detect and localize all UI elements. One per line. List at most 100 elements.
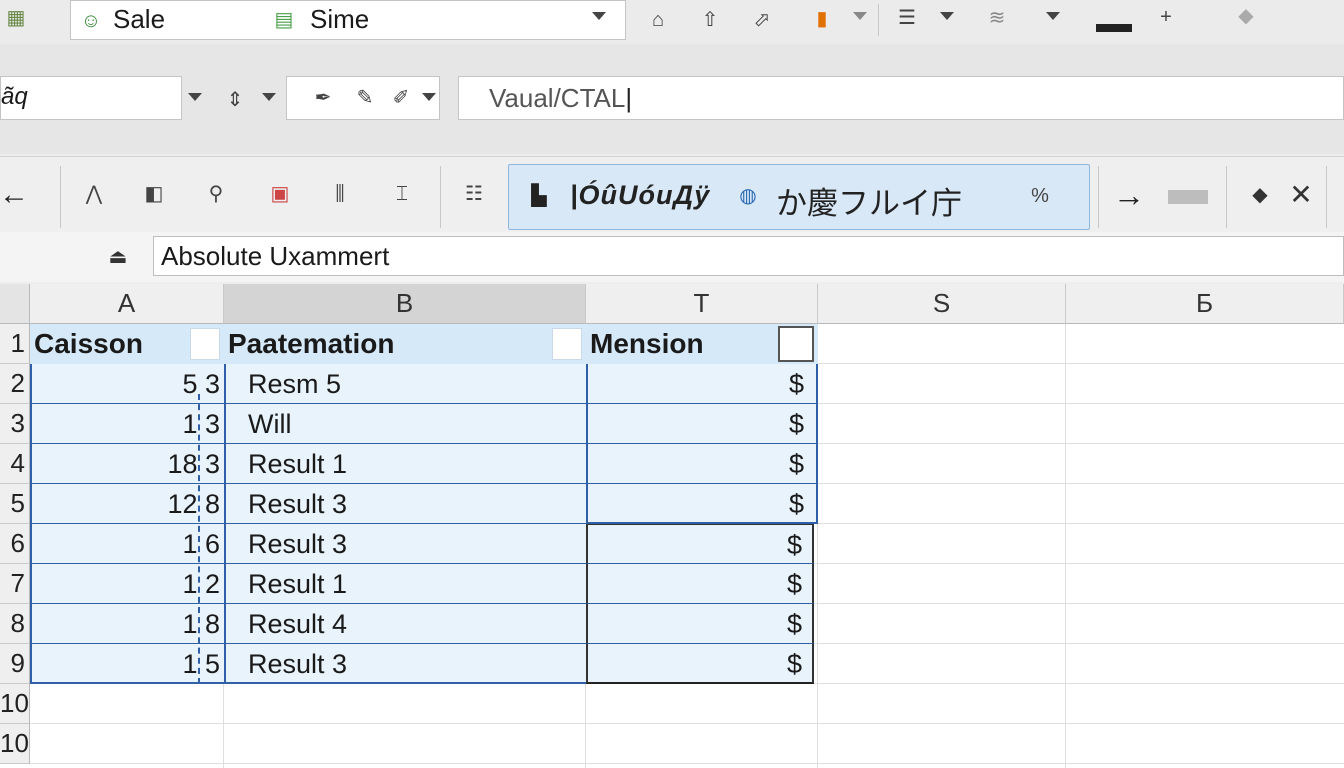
list-icon[interactable]: ☷ [456, 176, 492, 212]
select-all-corner[interactable] [0, 284, 30, 324]
plus-icon[interactable]: + [1152, 2, 1180, 32]
chevron-down-icon[interactable] [188, 93, 202, 101]
table-cell[interactable]: Result 1 [224, 564, 586, 604]
redo-shape-icon[interactable]: ⬀ [746, 4, 778, 36]
wifi-icon[interactable]: ≋ [980, 2, 1014, 34]
table-cell[interactable]: 1 3 [30, 404, 224, 444]
ribbon-group-text: |ÓûUóиДÿ [570, 180, 711, 210]
table-cell[interactable]: $ [586, 444, 818, 484]
undo-shape-icon[interactable]: ⇧ [694, 4, 726, 36]
table-cell[interactable]: 1 5 [30, 644, 224, 684]
function-icon[interactable]: ⏏ [104, 240, 132, 274]
sheet-icon: ▤ [274, 9, 294, 31]
picture-icon[interactable]: ▣ [262, 176, 298, 212]
filter-button[interactable] [778, 326, 814, 362]
table-cell[interactable]: Result 3 [224, 524, 586, 564]
chevron-down-icon[interactable] [262, 93, 276, 101]
row-header[interactable]: 1 [0, 324, 30, 364]
chevron-down-icon[interactable] [940, 12, 954, 20]
column-header-b[interactable]: B [224, 284, 586, 324]
user-icon: ☺ [80, 10, 102, 32]
chevron-down-icon[interactable] [592, 12, 606, 20]
column-header-b-cyrillic[interactable]: Б [1066, 284, 1344, 324]
table-cell[interactable]: $ [586, 644, 814, 684]
line-style-icon[interactable] [1168, 190, 1208, 204]
row-header[interactable]: 5 [0, 484, 30, 524]
percent-icon[interactable]: % [1022, 178, 1058, 214]
row-header[interactable]: 9 [0, 644, 30, 684]
chevron-down-icon[interactable] [1046, 12, 1060, 20]
row-header[interactable]: 10 [0, 724, 30, 764]
divider [1226, 166, 1227, 228]
table-cell[interactable]: Result 4 [224, 604, 586, 644]
gridline [30, 763, 1344, 764]
table-cell[interactable]: 1 8 [30, 604, 224, 644]
divider [1326, 166, 1327, 228]
lines-icon[interactable]: ☰ [890, 2, 924, 34]
close-icon[interactable]: ✕ [1286, 176, 1316, 214]
column-header-s[interactable]: S [818, 284, 1066, 324]
table-cell[interactable]: 1 6 [30, 524, 224, 564]
camera-icon[interactable]: ◍ [730, 178, 766, 214]
table-cell[interactable]: Result 1 [224, 444, 586, 484]
chevron-down-icon[interactable] [422, 93, 436, 101]
table-cell[interactable]: Resm 5 [224, 364, 586, 404]
line-chart-icon[interactable]: ⋀ [76, 176, 112, 212]
name-box-2-label: Sime [310, 4, 370, 34]
row-header[interactable]: 10 [0, 684, 30, 724]
pen-icon[interactable]: ✒ [308, 82, 338, 114]
table-cell[interactable]: 12 8 [30, 484, 224, 524]
shape-icon[interactable]: ◧ [138, 176, 170, 212]
eraser-icon[interactable]: ◆ [1226, 0, 1266, 32]
network-icon[interactable]: ⚲ [198, 176, 234, 212]
row-header[interactable]: 8 [0, 604, 30, 644]
triangle-icon[interactable]: ⌂ [642, 4, 674, 36]
table-cell[interactable]: Will [224, 404, 586, 444]
underline-color-icon[interactable] [1096, 24, 1132, 32]
chart-icon[interactable]: ▙ [520, 178, 558, 214]
table-cell[interactable]: Result 3 [224, 644, 586, 684]
pencil-icon[interactable]: ✎ [350, 82, 380, 114]
table-cell[interactable]: $ [586, 604, 814, 644]
value-field[interactable]: Vaual/CTAL| [458, 76, 1344, 120]
table-cell[interactable]: Result 3 [224, 484, 586, 524]
table-cell[interactable]: 18 3 [30, 444, 224, 484]
filter-button[interactable] [552, 328, 582, 360]
gridline [30, 723, 1344, 724]
table-cell[interactable]: $ [586, 404, 818, 444]
row-header[interactable]: 7 [0, 564, 30, 604]
chevron-down-icon[interactable] [853, 12, 867, 20]
eraser-icon[interactable]: ◆ [1240, 176, 1280, 214]
row-header[interactable]: 4 [0, 444, 30, 484]
arrow-right-icon[interactable]: → [1110, 176, 1148, 214]
column-header-a[interactable]: A [30, 284, 224, 324]
columns-icon[interactable]: ⫼ [322, 176, 358, 212]
cell-ref-box[interactable]: ãq [0, 76, 182, 120]
column-header-t[interactable]: T [586, 284, 818, 324]
value-field-text: Vaual/CTAL [489, 83, 626, 113]
table-cell[interactable]: $ [586, 364, 818, 404]
ribbon-group-text-2: か慶フルイ庁 [776, 186, 962, 221]
formula-input[interactable]: Absolute Uxammert [153, 236, 1344, 276]
table-icon[interactable]: ⌶ [384, 176, 420, 212]
divider [878, 4, 879, 36]
table-cell[interactable]: 1 2 [30, 564, 224, 604]
row-header[interactable]: 2 [0, 364, 30, 404]
table-cell[interactable]: $ [586, 524, 814, 564]
table-cell[interactable]: 5 3 [30, 364, 224, 404]
row-header[interactable]: 3 [0, 404, 30, 444]
arrow-left-icon[interactable]: ← [0, 178, 29, 212]
divider [1098, 166, 1099, 228]
table-cell[interactable]: $ [586, 484, 818, 524]
column-split-marker [198, 394, 200, 684]
row-header[interactable]: 6 [0, 524, 30, 564]
sort-icon[interactable]: ⇕ [222, 82, 248, 118]
name-box-1-label: Sale [113, 4, 166, 34]
grid-app-icon[interactable]: ▦ [0, 0, 32, 36]
divider [440, 166, 441, 228]
brush-icon[interactable]: ✐ [386, 82, 416, 114]
table-cell[interactable]: $ [586, 564, 814, 604]
filter-button[interactable] [190, 328, 220, 360]
bucket-icon[interactable]: ▮ [806, 0, 838, 38]
table-header-cell[interactable]: Paatemation [224, 324, 586, 364]
